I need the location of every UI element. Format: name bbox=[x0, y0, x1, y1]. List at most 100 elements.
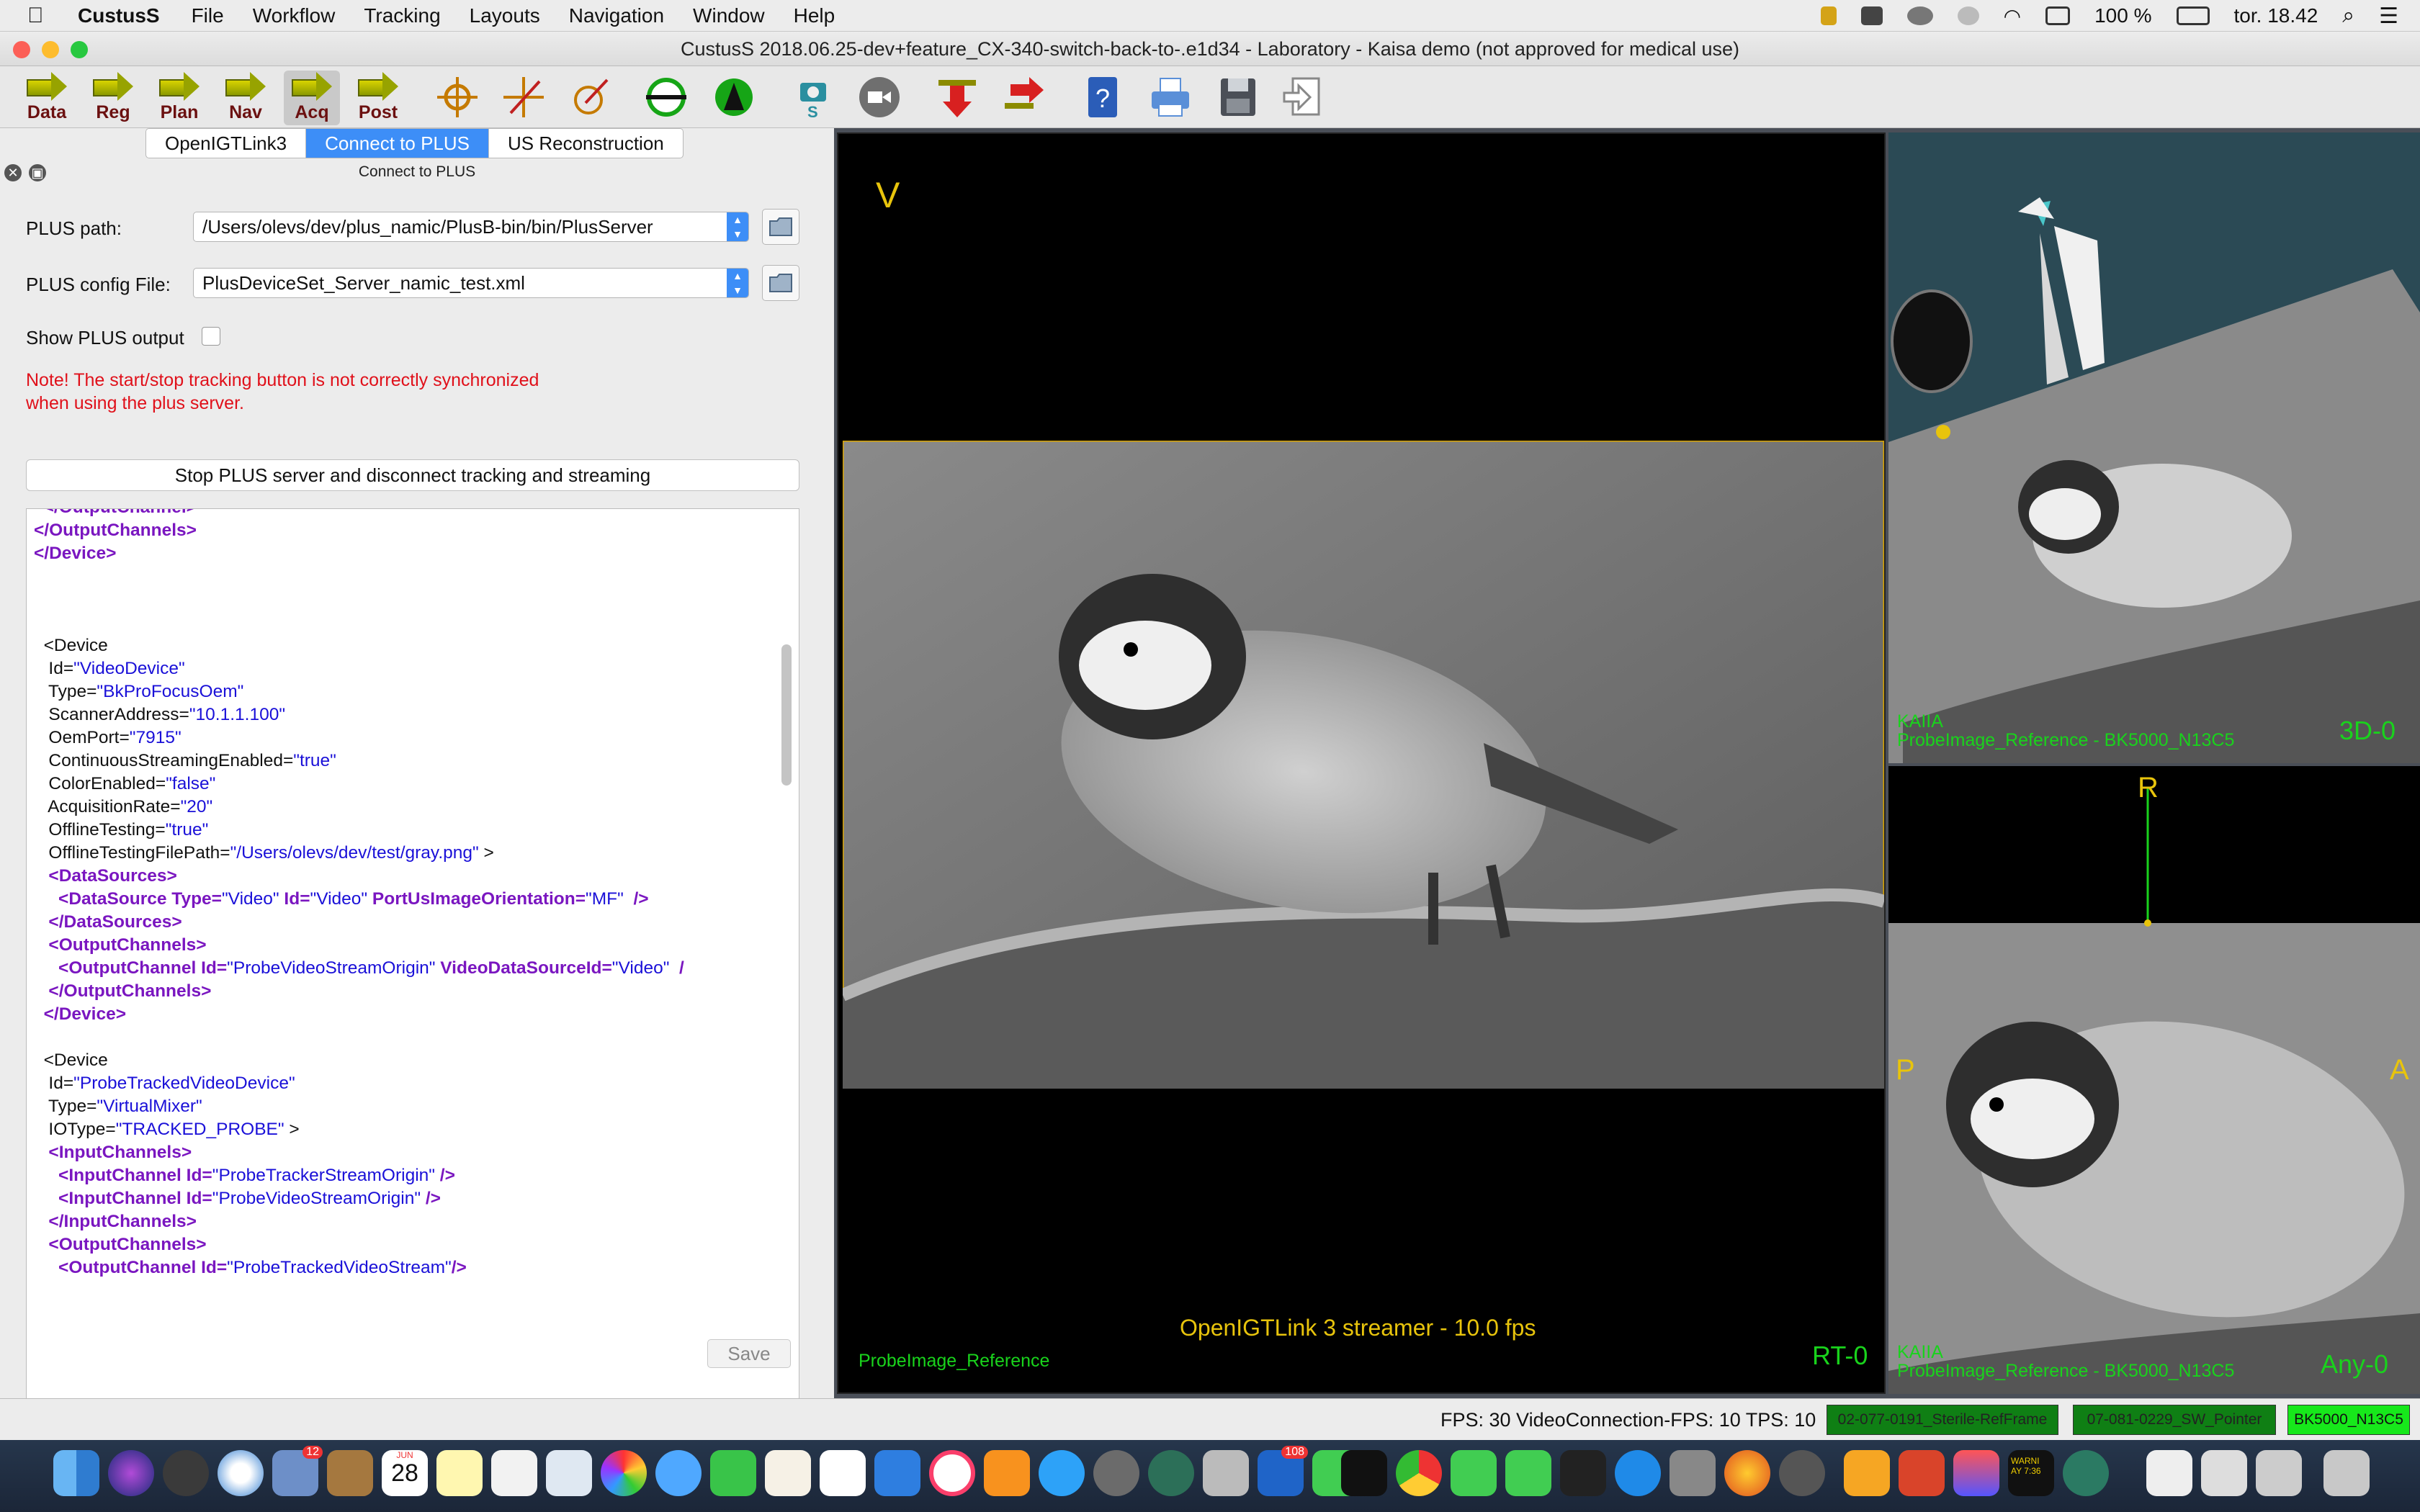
plus-path-browse-button[interactable] bbox=[762, 209, 799, 245]
ibooks-icon[interactable] bbox=[984, 1450, 1030, 1496]
reference-tracking-button[interactable] bbox=[709, 72, 759, 122]
close-window-icon[interactable] bbox=[13, 41, 30, 58]
start-tracking-button[interactable] bbox=[641, 72, 691, 122]
center-to-image-button[interactable] bbox=[498, 72, 549, 122]
notes-icon[interactable] bbox=[436, 1450, 483, 1496]
textedit-icon[interactable] bbox=[765, 1450, 811, 1496]
tab-openigtlink3[interactable]: OpenIGTLink3 bbox=[146, 129, 307, 158]
contacts-icon[interactable] bbox=[327, 1450, 373, 1496]
tool-status-probe[interactable]: BK5000_N13C5 bbox=[2287, 1405, 2410, 1435]
reminders-icon[interactable] bbox=[491, 1450, 537, 1496]
itunes-icon[interactable] bbox=[929, 1450, 975, 1496]
facetime-icon[interactable] bbox=[710, 1450, 756, 1496]
outlook-icon[interactable]: 108 bbox=[1258, 1446, 1308, 1496]
calculator-icon[interactable] bbox=[1670, 1450, 1716, 1496]
keychain-icon[interactable] bbox=[1203, 1450, 1249, 1496]
numbers-icon[interactable] bbox=[820, 1450, 866, 1496]
photos-icon[interactable] bbox=[601, 1450, 647, 1496]
app-menu[interactable]: CustusS bbox=[78, 4, 160, 27]
wifi-icon[interactable]: ◠ bbox=[2004, 4, 2021, 28]
menu-navigation[interactable]: Navigation bbox=[569, 4, 664, 27]
rt-view[interactable]: V OpenIGTLink 3 streamer - 10.0 fps Prob… bbox=[837, 132, 1886, 1394]
menu-file[interactable]: File bbox=[192, 4, 224, 27]
keynote-icon[interactable] bbox=[874, 1450, 920, 1496]
app-store-icon[interactable] bbox=[1039, 1450, 1085, 1496]
spotlight-search-icon[interactable]: ⌕ bbox=[2342, 4, 2354, 28]
snapshot-button[interactable]: S bbox=[788, 72, 838, 122]
center-to-tool-button[interactable] bbox=[432, 72, 483, 122]
save-xml-button[interactable]: Save bbox=[707, 1339, 791, 1368]
workflow-data-button[interactable]: Data bbox=[19, 71, 75, 125]
downloads-stack-icon[interactable] bbox=[2146, 1450, 2192, 1496]
workflow-acq-button[interactable]: Acq bbox=[284, 71, 340, 125]
clock[interactable]: tor. 18.42 bbox=[2234, 4, 2318, 27]
tool-status-refframe[interactable]: 02-077-0191_Sterile-RefFrame bbox=[1827, 1405, 2058, 1435]
sourcetree-icon[interactable] bbox=[1615, 1450, 1661, 1496]
apple-menu-icon[interactable]:  bbox=[27, 4, 56, 28]
3d-view[interactable]: KAIIA ProbeImage_Reference - BK5000_N13C… bbox=[1888, 132, 2420, 763]
import-button[interactable] bbox=[932, 72, 982, 122]
menu-window[interactable]: Window bbox=[693, 4, 765, 27]
system-preferences-icon[interactable] bbox=[1093, 1450, 1139, 1496]
tool-status-pointer[interactable]: 07-081-0229_SW_Pointer bbox=[2073, 1405, 2276, 1435]
video-stream-button[interactable] bbox=[854, 72, 905, 122]
menu-tracking[interactable]: Tracking bbox=[364, 4, 440, 27]
chrome-icon[interactable] bbox=[1396, 1450, 1442, 1496]
tab-us-reconstruction[interactable]: US Reconstruction bbox=[489, 129, 683, 158]
menu-workflow[interactable]: Workflow bbox=[253, 4, 336, 27]
menu-help[interactable]: Help bbox=[794, 4, 835, 27]
menu-layouts[interactable]: Layouts bbox=[470, 4, 540, 27]
plus-config-xml-editor[interactable]: </OutputChannel> </OutputChannels> </Devic… bbox=[26, 508, 799, 1441]
battery-icon[interactable] bbox=[2176, 6, 2210, 25]
export-button[interactable] bbox=[998, 72, 1049, 122]
close-patient-button[interactable] bbox=[1279, 72, 1330, 122]
save-patient-button[interactable] bbox=[1213, 72, 1263, 122]
activity-monitor-icon[interactable] bbox=[1341, 1450, 1387, 1496]
qt-designer-icon[interactable] bbox=[1505, 1450, 1551, 1496]
tab-connect-to-plus[interactable]: Connect to PLUS bbox=[306, 129, 489, 158]
stop-plus-server-button[interactable]: Stop PLUS server and disconnect tracking… bbox=[26, 459, 799, 491]
powerpoint-icon[interactable] bbox=[1899, 1450, 1945, 1496]
sync-icon[interactable] bbox=[1906, 6, 1933, 25]
plus-config-browse-button[interactable] bbox=[762, 265, 799, 301]
console-icon[interactable]: WARNI AY 7:36 bbox=[2008, 1450, 2054, 1496]
moon-icon[interactable] bbox=[1957, 6, 1979, 25]
messages-icon[interactable] bbox=[655, 1450, 702, 1496]
plus-path-combobox[interactable]: /Users/olevs/dev/plus_namic/PlusB-bin/bi… bbox=[193, 212, 749, 242]
zoom-window-icon[interactable] bbox=[71, 41, 88, 58]
mouse-utility-icon[interactable] bbox=[1779, 1450, 1825, 1496]
documents-stack-icon[interactable] bbox=[2201, 1450, 2247, 1496]
calendar-icon[interactable]: JUN 28 bbox=[382, 1450, 428, 1496]
terminal-icon[interactable] bbox=[1560, 1450, 1606, 1496]
notification-center-icon[interactable]: ☰ bbox=[2379, 4, 2398, 29]
print-button[interactable] bbox=[1145, 72, 1196, 122]
preview-icon[interactable] bbox=[546, 1450, 592, 1496]
qt-creator-icon[interactable] bbox=[1451, 1450, 1497, 1496]
dropbox-icon[interactable] bbox=[1860, 6, 1883, 25]
safari-icon[interactable] bbox=[218, 1450, 264, 1496]
show-plus-output-checkbox[interactable] bbox=[202, 327, 220, 346]
mail-app-icon[interactable]: 12 bbox=[272, 1446, 323, 1496]
help-button[interactable]: ? bbox=[1077, 72, 1128, 122]
plus-config-combobox[interactable]: PlusDeviceSet_Server_namic_test.xml ▲ ▼ bbox=[193, 268, 749, 298]
workflow-nav-button[interactable]: Nav bbox=[218, 71, 274, 125]
folder-stack-icon[interactable] bbox=[2256, 1450, 2302, 1496]
siri-icon[interactable] bbox=[108, 1450, 154, 1496]
minimize-window-icon[interactable] bbox=[42, 41, 59, 58]
paraview-icon[interactable] bbox=[1953, 1450, 1999, 1496]
vertical-scrollbar[interactable] bbox=[781, 644, 792, 786]
norton-icon[interactable] bbox=[1820, 6, 1837, 25]
firefox-icon[interactable] bbox=[1724, 1450, 1770, 1496]
custuss-icon[interactable] bbox=[2063, 1450, 2109, 1496]
finder-icon[interactable] bbox=[53, 1450, 99, 1496]
todo-icon[interactable] bbox=[1844, 1450, 1890, 1496]
tool-offset-button[interactable] bbox=[565, 72, 615, 122]
trash-icon[interactable] bbox=[2323, 1450, 2370, 1496]
launchpad-icon[interactable] bbox=[163, 1450, 209, 1496]
workflow-post-button[interactable]: Post bbox=[350, 71, 406, 125]
network-icon[interactable] bbox=[1148, 1450, 1194, 1496]
workflow-plan-button[interactable]: Plan bbox=[151, 71, 207, 125]
workflow-reg-button[interactable]: Reg bbox=[85, 71, 141, 125]
airplay-icon[interactable] bbox=[2045, 6, 2071, 25]
any-plane-view[interactable]: R P A KAIIA ProbeImage_Reference - BK500… bbox=[1888, 766, 2420, 1394]
